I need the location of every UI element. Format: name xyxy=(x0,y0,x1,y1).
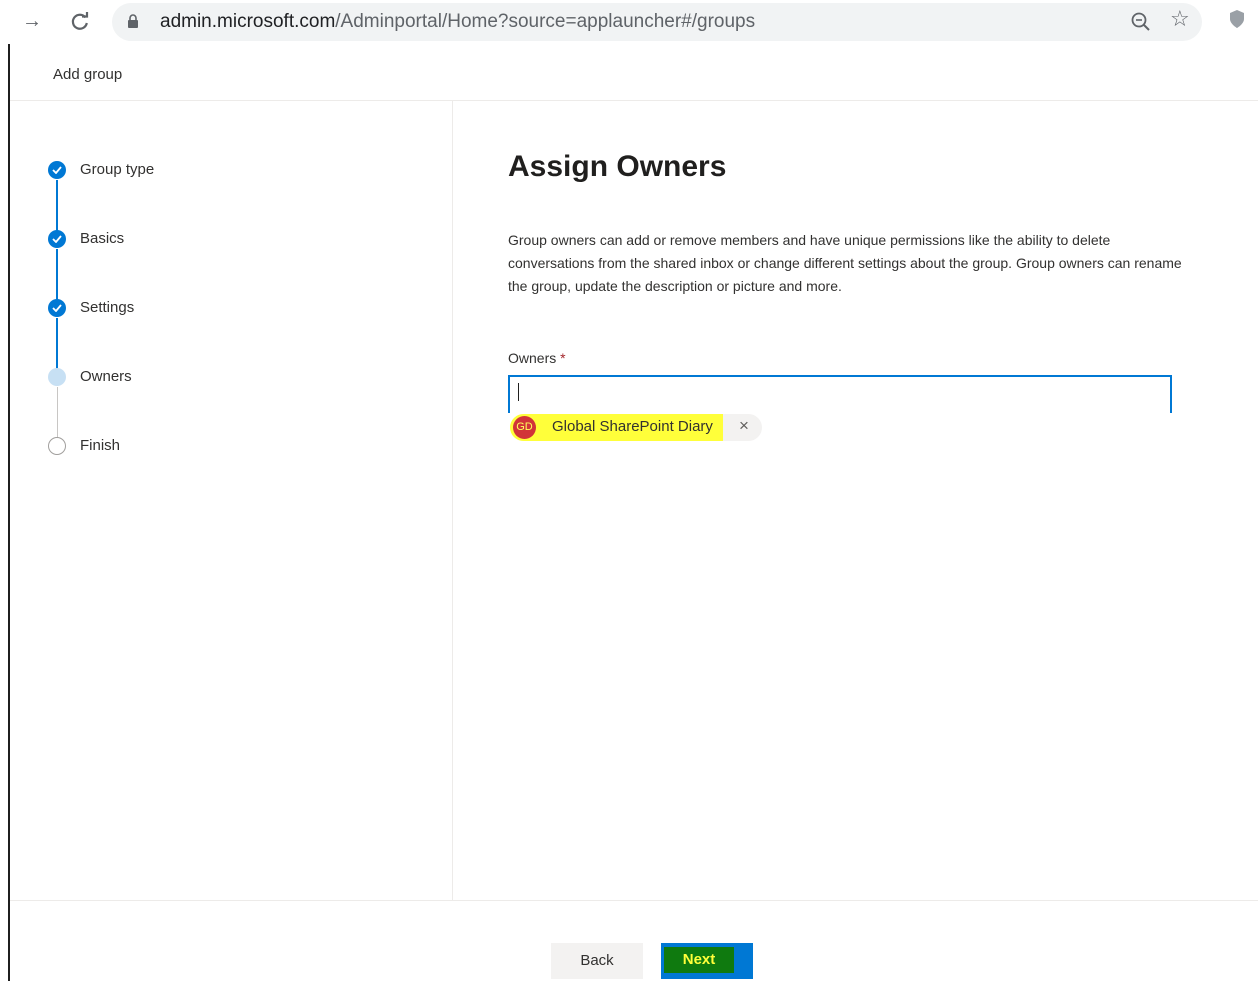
wizard-stepper: Group type Basics Settings Owners Finish xyxy=(10,101,453,900)
next-button[interactable]: Next xyxy=(661,943,753,979)
selected-owner-name: Global SharePoint Diary xyxy=(552,418,713,435)
reload-icon[interactable] xyxy=(70,8,90,38)
step-done-icon xyxy=(48,161,66,179)
back-button[interactable]: Back xyxy=(551,943,643,979)
step-label-settings[interactable]: Settings xyxy=(80,299,134,316)
step-connector xyxy=(56,249,58,300)
star-icon[interactable]: ☆ xyxy=(1170,6,1190,32)
owners-search-input[interactable] xyxy=(508,375,1172,413)
lock-icon[interactable] xyxy=(128,14,138,28)
step-label-group-type[interactable]: Group type xyxy=(80,161,154,178)
close-icon[interactable]: × xyxy=(739,416,749,436)
step-label-basics[interactable]: Basics xyxy=(80,230,124,247)
step-done-icon xyxy=(48,230,66,248)
selected-owner-pill[interactable]: GD Global SharePoint Diary × xyxy=(510,414,762,441)
required-marker: * xyxy=(560,350,566,366)
step-current-icon xyxy=(48,368,66,386)
page-title: Assign Owners xyxy=(508,150,727,183)
panel-header: Add group xyxy=(10,44,1258,101)
step-connector xyxy=(56,180,58,231)
step-done-icon xyxy=(48,299,66,317)
address-bar[interactable]: admin.microsoft.com/Adminportal/Home?sou… xyxy=(112,3,1202,41)
forward-icon[interactable]: → xyxy=(22,8,42,34)
zoom-icon[interactable] xyxy=(1130,11,1152,33)
check-icon xyxy=(52,235,62,243)
step-connector xyxy=(56,318,58,369)
url-host: admin.microsoft.com xyxy=(160,11,336,32)
step-label-finish: Finish xyxy=(80,437,121,454)
step-connector xyxy=(57,387,58,438)
step-label-owners[interactable]: Owners xyxy=(80,368,132,385)
avatar: GD xyxy=(513,416,536,439)
owners-label: Owners * xyxy=(508,350,566,366)
owners-label-text: Owners xyxy=(508,350,557,366)
check-icon xyxy=(52,166,62,174)
panel-footer: Back Next xyxy=(10,900,1258,982)
panel-title: Add group xyxy=(53,66,123,83)
next-button-label: Next xyxy=(664,947,734,973)
step-pending-icon xyxy=(48,437,66,455)
check-icon xyxy=(52,304,62,312)
extension-icon[interactable] xyxy=(1230,10,1244,28)
text-caret xyxy=(518,383,519,401)
owners-description: Group owners can add or remove members a… xyxy=(508,232,1182,294)
url-path: /Adminportal/Home?source=applauncher#/gr… xyxy=(335,11,756,32)
url-text[interactable]: admin.microsoft.com/Adminportal/Home?sou… xyxy=(160,11,755,33)
browser-toolbar: → admin.microsoft.com/Adminportal/Home?s… xyxy=(0,0,1258,44)
